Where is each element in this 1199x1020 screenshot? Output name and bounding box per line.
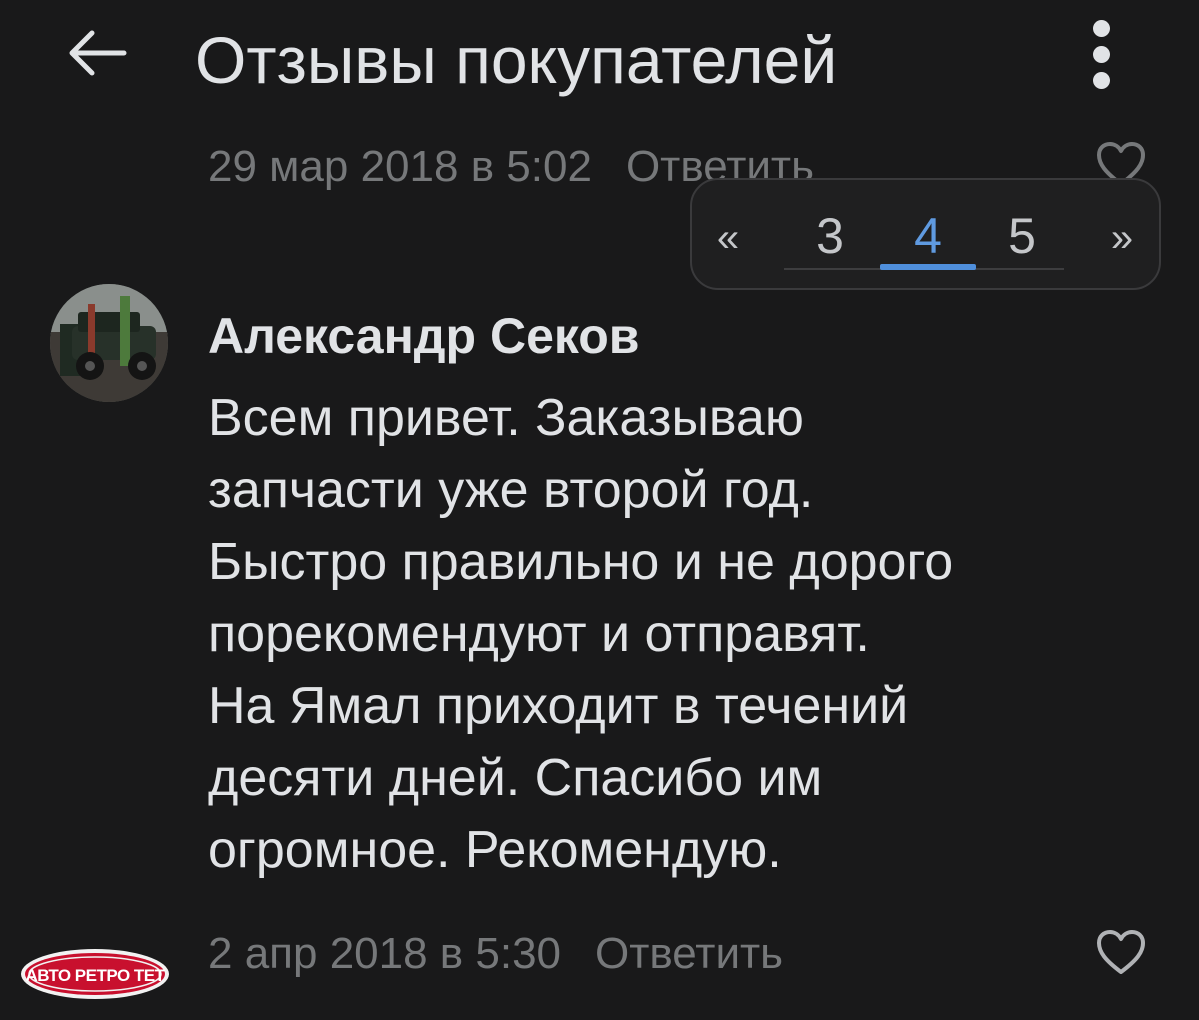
pagination-active-indicator — [880, 264, 976, 270]
pagination-page-3[interactable]: 3 — [800, 206, 860, 266]
pagination-next-button[interactable]: » — [1092, 208, 1152, 268]
more-options-button[interactable] — [1080, 14, 1124, 92]
more-vertical-icon — [1093, 20, 1110, 37]
review-author-name[interactable]: Александр Секов — [208, 304, 640, 368]
heart-outline-icon — [1097, 930, 1145, 974]
avatar[interactable] — [50, 284, 168, 402]
pagination-popup: « 3 4 5 » — [690, 178, 1161, 290]
review-text-line: Всем привет. Заказываю — [208, 389, 804, 447]
review-text-line: десяти дней. Спасибо им — [208, 749, 823, 807]
review-text: Всем привет. Заказываю запчасти уже втор… — [208, 382, 1168, 886]
review-date: 2 апр 2018 в 5:30 — [208, 929, 562, 978]
review-text-line: На Ямал приходит в течений — [208, 677, 909, 735]
arrow-left-icon — [69, 30, 127, 76]
review-text-line: огромное. Рекомендую. — [208, 821, 782, 879]
like-button[interactable] — [1095, 928, 1147, 976]
previous-review-like-button[interactable] — [1095, 140, 1150, 180]
logo-badge: АВТО РЕТРО ТЕТ — [21, 949, 169, 999]
heart-outline-icon — [1097, 142, 1145, 180]
pagination-page-4-current[interactable]: 4 — [898, 206, 958, 266]
page-title: Отзывы покупателей — [195, 23, 838, 97]
review-text-line: Быстро правильно и не дорого — [208, 533, 954, 591]
review-text-line: порекомендуют и отправят. — [208, 605, 870, 663]
watermark-logo: АВТО РЕТРО ТЕТ — [18, 946, 172, 1002]
more-vertical-icon-dot — [1093, 46, 1110, 63]
review-meta: 2 апр 2018 в 5:30 Ответить — [208, 924, 783, 994]
back-button[interactable] — [58, 22, 138, 82]
top-app-bar: Отзывы покупателей — [0, 0, 1199, 120]
svg-text:АВТО РЕТРО ТЕТ: АВТО РЕТРО ТЕТ — [25, 966, 165, 985]
avatar-image — [50, 284, 168, 402]
pagination-prev-button[interactable]: « — [698, 208, 758, 268]
previous-review-date: 29 мар 2018 в 5:02 — [208, 142, 592, 190]
review-text-line: запчасти уже второй год. — [208, 461, 814, 519]
reply-link[interactable]: Ответить — [595, 929, 783, 978]
pagination-page-5[interactable]: 5 — [992, 206, 1052, 266]
more-vertical-icon-dot — [1093, 72, 1110, 89]
